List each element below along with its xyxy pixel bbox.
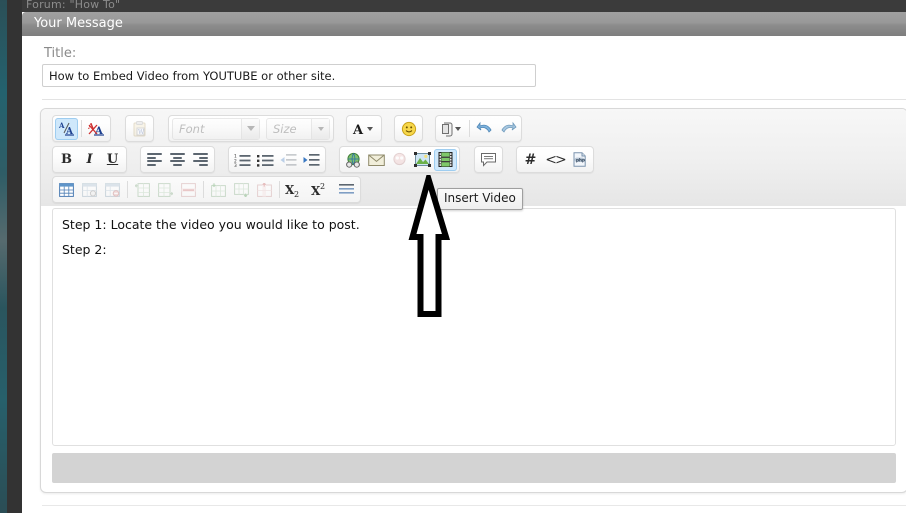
title-label: Title: [44, 46, 77, 61]
svg-text:3: 3 [234, 163, 237, 167]
smiley-icon[interactable] [397, 118, 420, 140]
divider [203, 181, 204, 198]
svg-text:php: php [576, 157, 585, 162]
font-family-label: Font [179, 121, 205, 136]
emoticon-group [394, 115, 423, 142]
font-size-label: Size [273, 121, 297, 136]
paste-from-word-icon[interactable]: W [128, 118, 151, 140]
underline-icon[interactable]: U [101, 149, 124, 171]
toolbar-row-1: A A A A W Font Size A [52, 115, 906, 142]
panel-header: Your Message [22, 12, 906, 36]
svg-text:A: A [58, 121, 65, 130]
horizontal-rule-icon[interactable] [335, 179, 358, 201]
align-right-icon[interactable] [189, 149, 212, 171]
editor-status-bar [52, 453, 896, 483]
breadcrumb: Forum: "How To" [26, 0, 121, 11]
spellcheck-toggle-icon[interactable]: A A [55, 117, 78, 140]
left-accent-strip [0, 0, 7, 513]
source-group: A A A A [52, 115, 111, 142]
insert-video-tooltip: Insert Video [437, 188, 523, 210]
code-group: # <> php [516, 146, 594, 173]
superscript-icon[interactable]: X 2 [309, 179, 335, 201]
insert-video-icon[interactable] [434, 148, 457, 171]
attachment-icon[interactable] [438, 118, 466, 140]
message-content-area[interactable]: Step 1: Locate the video you would like … [52, 208, 896, 446]
quote-group [474, 146, 503, 173]
text-color-icon[interactable]: A [349, 118, 379, 140]
insert-anchor-icon[interactable] [388, 149, 411, 171]
divider [127, 181, 128, 198]
left-chrome-strip [7, 0, 22, 513]
outdent-icon[interactable] [277, 149, 300, 171]
align-center-icon[interactable] [166, 149, 189, 171]
font-group: Font Size [168, 115, 334, 142]
italic-icon[interactable]: I [78, 149, 101, 171]
remove-formatting-icon[interactable]: A A [85, 118, 108, 140]
content-paragraph: Step 1: Locate the video you would like … [62, 217, 360, 232]
php-code-icon[interactable]: php [568, 149, 591, 171]
divider [81, 120, 82, 137]
insert-media-group [339, 146, 460, 173]
basic-format-group: B I U [52, 146, 127, 173]
svg-text:A: A [352, 123, 364, 137]
chevron-down-icon [241, 118, 259, 139]
font-family-select[interactable]: Font [172, 117, 260, 140]
title-input[interactable]: How to Embed Video from YOUTUBE or other… [42, 64, 536, 87]
divider-top [42, 99, 906, 100]
insert-email-icon[interactable] [365, 149, 388, 171]
text-color-group: A [346, 115, 382, 142]
divider-bottom [42, 505, 906, 506]
insert-quote-icon[interactable] [477, 149, 500, 171]
svg-text:2: 2 [320, 182, 325, 191]
attach-undo-group [435, 115, 522, 142]
align-group [140, 146, 215, 173]
page-top-strip [22, 0, 906, 12]
align-left-icon[interactable] [143, 149, 166, 171]
insert-link-icon[interactable] [342, 149, 365, 171]
delete-column-icon[interactable] [253, 179, 276, 201]
undo-icon[interactable] [473, 118, 496, 140]
insert-table-icon[interactable] [55, 179, 78, 201]
page-title: Your Message [34, 16, 123, 31]
svg-text:W: W [138, 129, 145, 136]
table-properties-icon[interactable] [78, 179, 101, 201]
insert-row-after-icon[interactable] [154, 179, 177, 201]
chevron-down-icon [311, 118, 329, 139]
table-group: X 2 X 2 [52, 176, 361, 203]
bold-icon[interactable]: B [55, 149, 78, 171]
code-brackets-icon[interactable]: <> [542, 149, 568, 171]
delete-table-icon[interactable] [101, 179, 124, 201]
hash-icon[interactable]: # [519, 149, 542, 171]
redo-icon[interactable] [496, 118, 519, 140]
subscript-icon[interactable]: X 2 [283, 179, 309, 201]
content-paragraph: Step 2: [62, 242, 107, 257]
svg-text:2: 2 [294, 190, 299, 198]
ordered-list-icon[interactable]: 1 2 3 [231, 149, 254, 171]
divider [279, 181, 280, 198]
insert-image-icon[interactable] [411, 149, 434, 171]
insert-column-after-icon[interactable] [230, 179, 253, 201]
list-indent-group: 1 2 3 [228, 146, 326, 173]
insert-row-before-icon[interactable] [131, 179, 154, 201]
insert-column-before-icon[interactable] [207, 179, 230, 201]
paste-group: W [125, 115, 154, 142]
indent-icon[interactable] [300, 149, 323, 171]
delete-row-icon[interactable] [177, 179, 200, 201]
unordered-list-icon[interactable] [254, 149, 277, 171]
screenshot-root: Forum: "How To" Your Message Title: How … [0, 0, 906, 513]
font-size-select[interactable]: Size [266, 117, 330, 140]
rich-text-editor: A A A A W Font Size A B I U 1 2 3 # <> p… [40, 108, 906, 493]
divider [469, 120, 470, 137]
toolbar-row-2: B I U 1 2 3 # <> php [52, 146, 906, 173]
